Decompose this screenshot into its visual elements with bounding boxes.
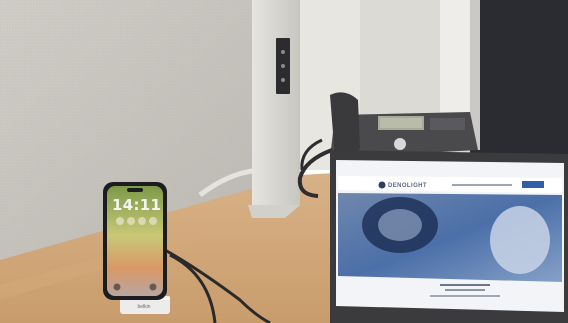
lock-widget-icon xyxy=(127,217,135,225)
dark-window xyxy=(470,0,568,165)
photo-illustration xyxy=(0,0,568,323)
website-cta-button xyxy=(522,181,544,188)
brand-logo-icon xyxy=(378,181,386,189)
photo-scene: 14:11 DENOLIGHT belkin xyxy=(0,0,568,323)
dynamic-island xyxy=(127,188,143,192)
white-column xyxy=(252,0,300,205)
stand-brand-label: belkin xyxy=(137,304,151,310)
phone-handset xyxy=(330,92,360,159)
lock-widget-icon xyxy=(138,217,146,225)
website-brand-name: DENOLIGHT xyxy=(388,183,427,189)
flashlight-icon xyxy=(113,283,121,291)
lock-widget-icon xyxy=(149,217,157,225)
camera-icon xyxy=(149,283,157,291)
laptop xyxy=(330,150,568,323)
lock-widget-icon xyxy=(116,217,124,225)
phone-lock-time: 14:11 xyxy=(112,196,162,214)
